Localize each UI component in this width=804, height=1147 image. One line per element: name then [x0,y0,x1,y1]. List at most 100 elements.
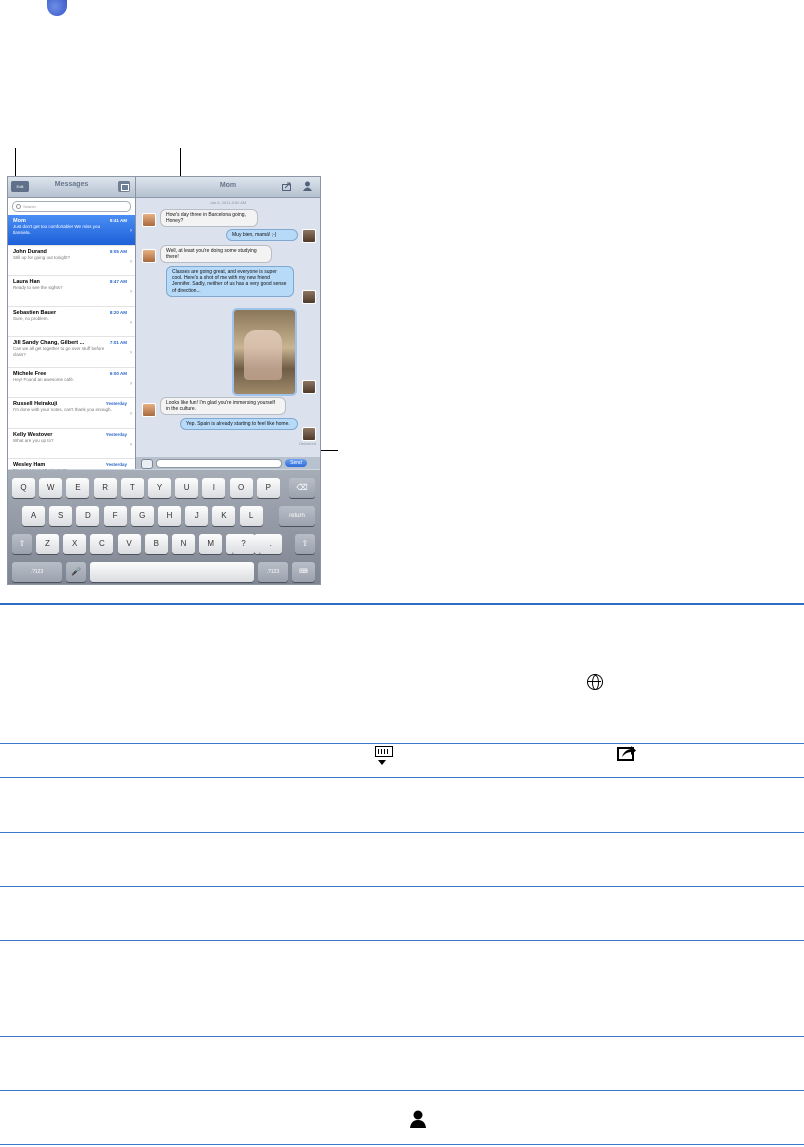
key-y[interactable]: Y [148,478,171,498]
key-c[interactable]: C [90,534,114,554]
chevron-right-icon: › [130,441,132,448]
key-f[interactable]: F [103,506,127,526]
camera-button[interactable] [141,459,153,469]
shift-key-left[interactable]: ⇧ [12,534,32,554]
person-icon [410,1110,426,1128]
photo-attachment[interactable] [232,308,297,396]
key-h[interactable]: H [158,506,181,526]
conversation-row[interactable]: Kelly Westover Yesterday What are you up t… [8,429,135,459]
delete-key[interactable]: ⌫ [289,478,315,498]
onscreen-keyboard: ⌫ return ⇧ ⇧ .?123 🎤 .?123 ⌨ QWERTYUIOP A… [8,470,320,584]
key-j[interactable]: J [185,506,209,526]
space-bar[interactable] [90,562,254,582]
key-t[interactable]: T [120,478,144,498]
conversation-row[interactable]: Jill Sandy Chang, Gilbert ... 7:01 AM Can … [8,337,135,368]
ipad-messages-screen: Edit Messages Search Mom 9:41 AM Just don'… [7,176,321,585]
conversation-row[interactable]: John Durand 9:05 AM Still up for going out… [8,246,135,276]
key-p[interactable]: P [256,478,280,498]
conversation-row[interactable]: Russell Heirakuji Yesterday I'm done with … [8,398,135,429]
chat-title: Mom [219,182,237,189]
conversation-row[interactable]: Laura Han 8:47 AM Ready to see the sights?… [8,276,135,307]
message-bubble: Yep. Spain is already starting to feel l… [180,418,298,431]
avatar-me [302,380,316,394]
numbers-key-right[interactable]: .?123 [258,562,288,582]
key-n[interactable]: N [172,534,195,554]
conversation-preview: Can we all get together to go over stuff… [13,346,105,357]
key-.[interactable]: . [259,534,283,554]
chevron-right-icon: › [130,319,132,326]
key-b[interactable]: B [144,534,168,554]
search-field[interactable]: Search [12,201,131,212]
key-g[interactable]: G [130,506,154,526]
avatar-mom [142,249,156,263]
globe-icon [587,674,603,690]
conversation-list-pane: Edit Messages Search Mom 9:41 AM Just don'… [8,177,136,490]
conversation-row[interactable]: Sebastien Bauer 8:20 AM Sure, no problem. › [8,307,135,337]
compose-button[interactable] [118,181,130,192]
chat-navbar: Mom [136,177,320,198]
conversation-preview: Still up for going out tonight? [13,254,71,260]
chat-date: Jun 6, 2011 8:52 AM [209,200,247,205]
key-o[interactable]: O [229,478,253,498]
avatar-me [302,427,316,441]
message-bubble: How's day three in Barcelona going, Hone… [160,209,258,228]
key-l[interactable]: L [239,506,263,526]
send-button[interactable]: Send [285,459,307,467]
chat-share-icon[interactable] [282,182,292,191]
key-w[interactable]: W [39,478,63,498]
chevron-right-icon: › [130,289,132,295]
message-bubble: Classes are going great, and everyone is… [166,266,294,297]
table-rule [0,777,804,778]
chevron-right-icon: › [130,228,132,234]
chat-contact-icon[interactable] [303,181,312,191]
key-i[interactable]: I [202,478,226,498]
key-k[interactable]: K [212,506,236,526]
chevron-right-icon: › [130,411,132,417]
list-title: Messages [54,181,89,188]
chevron-right-icon: › [130,380,132,387]
avatar-mom [142,403,156,417]
conversation-time: 7:01 AM [109,340,127,345]
key-?[interactable]: ? [232,534,255,554]
key-v[interactable]: V [117,534,141,554]
table-rule [0,1090,804,1091]
key-x[interactable]: X [63,534,87,554]
blue-dot-marker [47,0,67,16]
keyboard-hide-arrow [378,760,386,765]
key-q[interactable]: Q [12,478,35,498]
conversation-time: Yesterday [105,401,127,406]
chat-pane: Mom Jun 6, 2011 8:52 AM How's day three … [136,177,320,469]
conversation-row[interactable]: Michele Free 6:00 AM Hey! Found an awesome… [8,368,135,398]
chevron-right-icon: › [130,258,132,265]
hide-keyboard-key[interactable]: ⌨ [292,562,315,582]
table-rule [0,832,804,833]
key-u[interactable]: U [175,478,199,498]
avatar-me [302,229,316,243]
key-z[interactable]: Z [36,534,59,554]
conversation-preview: Ready to see the sights? [13,285,63,290]
conversation-preview: What are you up to? [13,437,54,443]
table-rule [0,886,804,887]
numbers-key-left[interactable]: .?123 [12,562,62,582]
conversation-row[interactable]: Mom 9:41 AM Just don't get too comfortable… [8,215,135,246]
conversation-preview: I'm done with your notes, can't thank yo… [13,407,112,412]
message-input[interactable] [156,459,282,468]
keyboard-hide-icon [375,746,393,757]
key-a[interactable]: A [22,506,45,526]
table-rule [0,743,804,744]
return-key[interactable]: return [279,506,315,526]
key-s[interactable]: S [49,506,73,526]
message-bubble: Well, at least you're doing some studyin… [160,245,272,264]
conversation-list: Mom 9:41 AM Just don't get too comfortable… [8,215,135,490]
conversation-time: Yesterday [105,431,127,437]
conversation-time: Yesterday [105,462,127,467]
key-e[interactable]: E [66,478,90,498]
dictation-key[interactable]: 🎤 [66,562,86,582]
key-d[interactable]: D [76,506,100,526]
shift-key-right[interactable]: ⇧ [295,534,315,554]
conversation-preview: Sure, no problem. [13,315,49,321]
message-bubble: Looks like fun! I'm glad you're immersin… [160,397,286,416]
key-r[interactable]: R [93,478,117,498]
key-m[interactable]: M [199,534,223,554]
conversation-time: 9:05 AM [109,248,127,254]
